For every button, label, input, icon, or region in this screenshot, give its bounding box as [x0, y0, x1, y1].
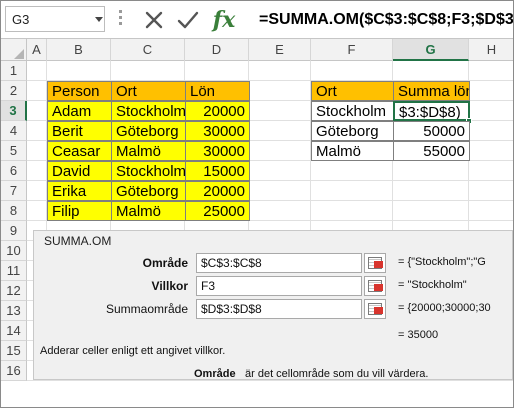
- help-argument-name: Område: [194, 368, 236, 380]
- row-header[interactable]: 8: [1, 201, 27, 221]
- column-header-d[interactable]: D: [185, 39, 249, 61]
- help-argument-text: är det cellområde som du vill värdera.: [245, 368, 429, 380]
- row-header[interactable]: 4: [1, 121, 27, 141]
- column-header-c[interactable]: C: [111, 39, 185, 61]
- row-header[interactable]: 1: [1, 61, 27, 81]
- close-icon: [145, 11, 163, 29]
- table-cell[interactable]: 50000: [393, 121, 470, 141]
- fx-label: fx: [212, 7, 236, 33]
- table-cell[interactable]: 20000: [185, 181, 250, 201]
- collapse-dialog-button[interactable]: [364, 299, 386, 319]
- table-header-ort[interactable]: Ort: [111, 81, 186, 101]
- formula-bar: G3 fx =SUMMA.OM($C$3:$C$8;F3;$D$3:$D$8): [1, 1, 513, 39]
- row-header[interactable]: 15: [1, 341, 27, 361]
- select-all-button[interactable]: [1, 39, 27, 61]
- table-cell[interactable]: Filip: [47, 201, 112, 221]
- table-cell[interactable]: David: [47, 161, 112, 181]
- table-header-person[interactable]: Person: [47, 81, 112, 101]
- column-header-g[interactable]: G: [393, 39, 469, 61]
- row-header[interactable]: 10: [1, 241, 27, 261]
- arg-label-summaomrade: Summaområde: [105, 302, 188, 316]
- dialog-title: SUMMA.OM: [44, 234, 112, 248]
- collapse-dialog-button[interactable]: [364, 253, 386, 273]
- row-header[interactable]: 12: [1, 281, 27, 301]
- arg-result-summaomrade: = {20000;30000;30: [398, 302, 491, 314]
- chevron-down-icon[interactable]: [95, 17, 103, 22]
- column-header-e[interactable]: E: [249, 39, 311, 61]
- row-header[interactable]: 16: [1, 361, 27, 381]
- table-cell[interactable]: Stockholm: [111, 161, 186, 181]
- column-header-a[interactable]: A: [27, 39, 47, 61]
- arg-result-villkor: = "Stockholm": [398, 279, 467, 291]
- table-cell[interactable]: Göteborg: [311, 121, 394, 141]
- gridline: [27, 380, 513, 381]
- summaomrade-input[interactable]: $D$3:$D$8: [196, 299, 362, 319]
- table-cell[interactable]: 25000: [185, 201, 250, 221]
- table-cell[interactable]: Adam: [47, 101, 112, 121]
- table-cell[interactable]: 30000: [185, 121, 250, 141]
- table-cell[interactable]: Malmö: [111, 201, 186, 221]
- drag-handle-icon[interactable]: [119, 10, 122, 30]
- table-cell[interactable]: Malmö: [311, 141, 394, 161]
- table-cell[interactable]: Malmö: [111, 141, 186, 161]
- arg-label-omrade: Område: [142, 256, 188, 270]
- name-box[interactable]: G3: [5, 6, 105, 32]
- table-header-lon[interactable]: Lön: [185, 81, 250, 101]
- function-description: Adderar celler enligt ett angivet villko…: [40, 345, 226, 357]
- table-cell[interactable]: Göteborg: [111, 181, 186, 201]
- row-header[interactable]: 13: [1, 301, 27, 321]
- collapse-dialog-button[interactable]: [364, 276, 386, 296]
- table-cell[interactable]: Ceasar: [47, 141, 112, 161]
- row-header[interactable]: 5: [1, 141, 27, 161]
- row-header[interactable]: 7: [1, 181, 27, 201]
- table-cell[interactable]: Berit: [47, 121, 112, 141]
- column-header-h[interactable]: H: [469, 39, 513, 61]
- row-header[interactable]: 14: [1, 321, 27, 341]
- omrade-input[interactable]: $C$3:$C$8: [196, 253, 362, 273]
- table-cell[interactable]: Göteborg: [111, 121, 186, 141]
- table-cell[interactable]: Stockholm: [111, 101, 186, 121]
- excel-window: G3 fx =SUMMA.OM($C$3:$C$8;F3;$D$3:$D$8) …: [0, 0, 514, 408]
- table-header-ort[interactable]: Ort: [311, 81, 394, 101]
- row-header[interactable]: 6: [1, 161, 27, 181]
- formula-input[interactable]: =SUMMA.OM($C$3:$C$8;F3;$D$3:$D$8): [249, 5, 513, 35]
- arg-result-omrade: = {"Stockholm";"G: [398, 256, 486, 268]
- table-cell[interactable]: 30000: [185, 141, 250, 161]
- column-header-f[interactable]: F: [311, 39, 393, 61]
- table-cell[interactable]: 55000: [393, 141, 470, 161]
- table-cell[interactable]: 20000: [185, 101, 250, 121]
- column-headers: A B C D E F G H: [1, 39, 513, 61]
- column-header-b[interactable]: B: [47, 39, 111, 61]
- checkmark-icon: [177, 11, 199, 29]
- insert-function-button[interactable]: fx: [209, 5, 239, 35]
- row-header[interactable]: 2: [1, 81, 27, 101]
- formula-result: = 35000: [398, 329, 439, 341]
- arg-label-villkor: Villkor: [151, 279, 188, 293]
- villkor-input[interactable]: F3: [196, 276, 362, 296]
- table-cell[interactable]: Erika: [47, 181, 112, 201]
- row-header[interactable]: 3: [1, 101, 27, 121]
- row-header[interactable]: 9: [1, 221, 27, 241]
- table-header-summa-lon[interactable]: Summa lön: [393, 81, 470, 101]
- function-arguments-dialog: SUMMA.OM Område $C$3:$C$8 = {"Stockholm"…: [33, 230, 513, 380]
- enter-button[interactable]: [173, 5, 203, 35]
- cancel-button[interactable]: [139, 5, 169, 35]
- table-cell[interactable]: 15000: [185, 161, 250, 181]
- row-header[interactable]: 11: [1, 261, 27, 281]
- active-cell[interactable]: $3:$D$8): [393, 101, 470, 121]
- table-cell[interactable]: Stockholm: [311, 101, 394, 121]
